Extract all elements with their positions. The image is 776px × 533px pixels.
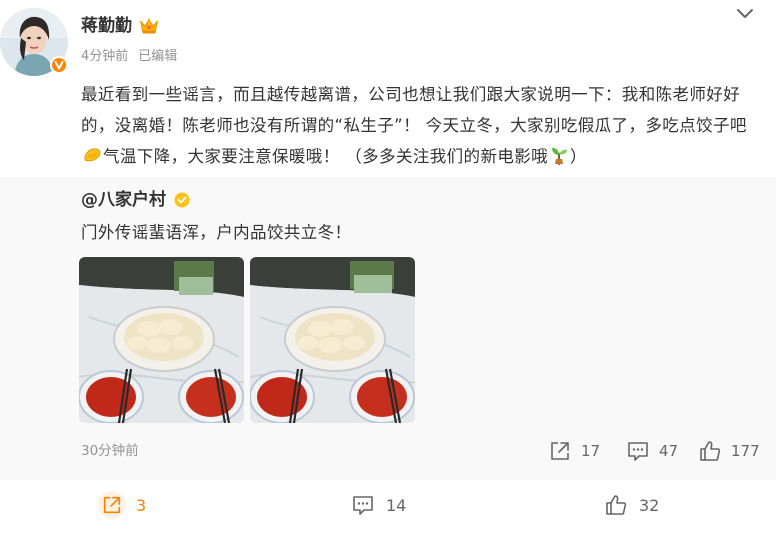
post-time[interactable]: 4分钟前 — [81, 49, 128, 64]
share-icon — [551, 442, 569, 460]
repost-comment-count: 47 — [659, 442, 679, 460]
share-button[interactable]: 3 — [98, 491, 146, 519]
comment-icon — [628, 442, 648, 461]
comment-icon — [353, 496, 373, 515]
post-meta: 4分钟前 已编辑 — [81, 48, 177, 66]
crown-icon[interactable] — [139, 17, 159, 35]
repost-text: 门外传谣蜚语浑，户内品饺共立冬！ — [81, 223, 352, 242]
comment-button[interactable]: 14 — [352, 491, 406, 519]
verified-badge-icon — [50, 56, 68, 74]
post-text-part2: 气温下降，大家要注意保暖哦！ （多多关注我们的新电影哦 — [103, 147, 549, 166]
share-icon — [103, 496, 121, 514]
post-text-part3: ） — [570, 147, 587, 166]
repost-image-1[interactable] — [79, 257, 244, 423]
repost-author[interactable]: @八家户村 — [81, 189, 166, 211]
author-name[interactable]: 蒋勤勤 — [81, 15, 132, 37]
repost-card[interactable]: @八家户村 门外传谣蜚语浑，户内品饺共立冬！ 30分钟前 17 47 177 — [0, 177, 776, 480]
edited-label[interactable]: 已编辑 — [138, 49, 177, 64]
repost-share-button[interactable]: 17 — [549, 439, 600, 463]
post-text: 最近看到一些谣言，而且越传越离谱，公司也想让我们跟大家说明一下：我和陈老师好好的… — [81, 79, 761, 172]
like-button[interactable]: 32 — [605, 491, 659, 519]
repost-like-count: 177 — [731, 442, 760, 460]
verified-badge-icon — [174, 192, 190, 208]
dumplings-photo — [250, 257, 415, 423]
post-text-part1: 最近看到一些谣言，而且越传越离谱，公司也想让我们跟大家说明一下：我和陈老师好好的… — [81, 85, 747, 135]
share-icon-bubble — [98, 491, 126, 519]
repost-like-button[interactable]: 177 — [699, 439, 760, 463]
repost-time[interactable]: 30分钟前 — [81, 442, 139, 460]
sprout-emoji-icon — [552, 148, 568, 165]
like-count: 32 — [639, 495, 660, 515]
comment-count: 14 — [386, 495, 407, 515]
repost-comment-button[interactable]: 47 — [627, 439, 678, 463]
thumbs-up-icon — [606, 495, 627, 515]
dumpling-emoji-icon — [84, 148, 101, 162]
thumbs-up-icon — [700, 441, 721, 461]
repost-share-count: 17 — [581, 442, 601, 460]
weibo-post: 蒋勤勤 4分钟前 已编辑 最近看到一些谣言，而且越传越离谱，公司也想让我们跟大家说… — [0, 0, 776, 533]
dumplings-photo — [79, 257, 244, 423]
chevron-down-icon[interactable] — [735, 7, 755, 21]
repost-image-2[interactable] — [250, 257, 415, 423]
share-count: 3 — [136, 495, 147, 515]
